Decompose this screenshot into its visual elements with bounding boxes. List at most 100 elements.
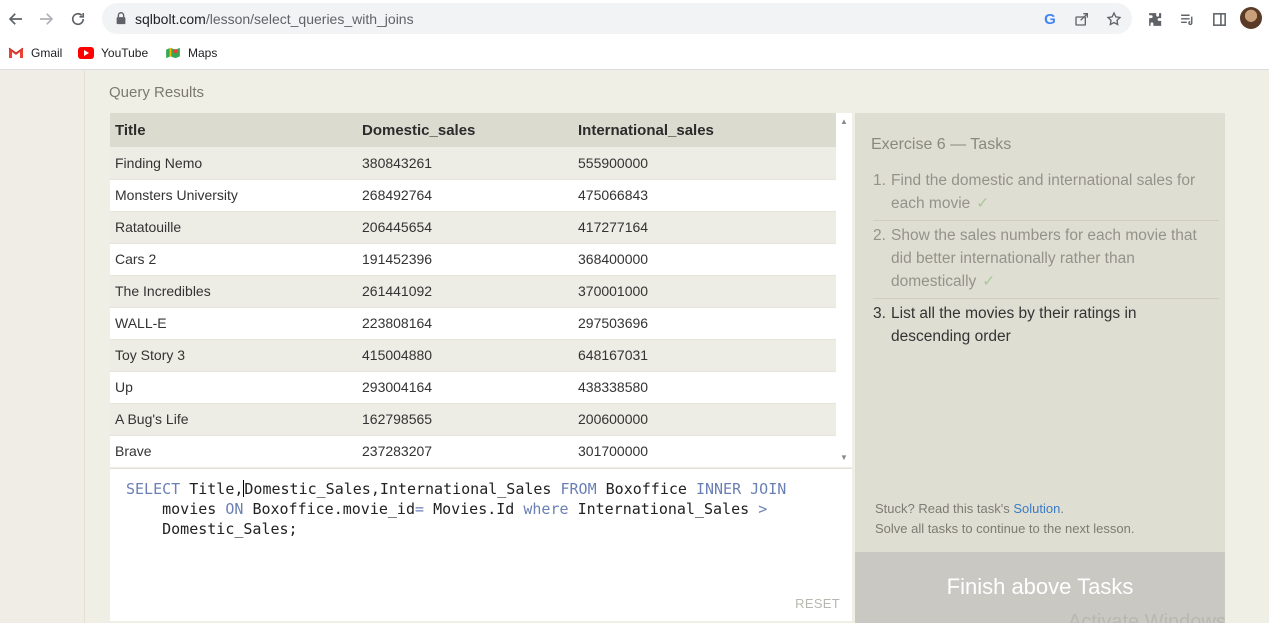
cell-domestic-sales: 191452396 — [357, 243, 573, 276]
code-token: Boxoffice — [605, 480, 687, 498]
task-number: 3. — [873, 305, 886, 322]
stuck-text: Stuck? Read this task's — [875, 501, 1014, 516]
tasks-panel: Exercise 6 — Tasks 1. Find the domestic … — [855, 113, 1225, 552]
column-header-title: Title — [110, 113, 357, 147]
cell-domestic-sales: 268492764 — [357, 179, 573, 212]
bookmark-maps[interactable]: Maps — [165, 46, 217, 60]
scroll-down-arrow-icon[interactable]: ▼ — [840, 454, 848, 462]
task-label: Show the sales numbers for each movie th… — [891, 227, 1197, 290]
activate-windows-watermark: Activate Windows — [1068, 611, 1226, 623]
forward-icon[interactable] — [33, 6, 59, 32]
cell-international-sales: 417277164 — [573, 211, 836, 244]
google-lens-icon[interactable]: G — [1040, 9, 1060, 29]
cell-domestic-sales: 237283207 — [357, 435, 573, 467]
keyword-where: where — [523, 500, 569, 518]
gmail-icon — [8, 47, 24, 58]
table-row: Ratatouille 206445654 417277164 — [110, 211, 836, 244]
cell-international-sales: 475066843 — [573, 179, 836, 212]
checkmark-icon: ✓ — [976, 195, 990, 212]
sql-code[interactable]: SELECT Title,Domestic_Sales,Internationa… — [126, 479, 786, 539]
cell-international-sales: 297503696 — [573, 307, 836, 340]
code-token: Movies.Id — [433, 500, 515, 518]
cell-title: Cars 2 — [110, 243, 357, 276]
table-row: Brave 237283207 301700000 — [110, 435, 836, 467]
youtube-icon — [78, 47, 94, 59]
cell-international-sales: 368400000 — [573, 243, 836, 276]
column-header-domestic-sales: Domestic_sales — [357, 113, 573, 147]
reading-list-icon[interactable] — [1176, 8, 1198, 30]
task-text: List all the movies by their ratings in … — [891, 302, 1219, 348]
back-icon[interactable] — [3, 6, 29, 32]
cell-domestic-sales: 206445654 — [357, 211, 573, 244]
cell-title: A Bug's Life — [110, 403, 357, 436]
cell-domestic-sales: 293004164 — [357, 371, 573, 404]
keyword-select: SELECT — [126, 480, 181, 498]
solution-link[interactable]: Solution — [1013, 501, 1060, 516]
task-item-3: 3. List all the movies by their ratings … — [873, 299, 1219, 353]
reload-icon[interactable] — [65, 6, 91, 32]
cell-title: The Incredibles — [110, 275, 357, 308]
operator-equals: = — [415, 500, 425, 518]
bookmark-youtube[interactable]: YouTube — [78, 46, 148, 60]
keyword-on: ON — [225, 500, 244, 518]
bookmark-gmail[interactable]: Gmail — [8, 46, 62, 60]
code-token: Title, — [189, 480, 244, 498]
cell-title: Monsters University — [110, 179, 357, 212]
cell-international-sales: 301700000 — [573, 435, 836, 467]
maps-icon — [166, 47, 180, 59]
query-results-title: Query Results — [109, 84, 205, 101]
results-scrollbar[interactable]: ▲ ▼ — [836, 113, 852, 467]
query-results-table[interactable]: Title Domestic_sales International_sales… — [110, 113, 852, 467]
code-token: International_Sales — [577, 500, 750, 518]
results-header-row: Title Domestic_sales International_sales — [110, 113, 836, 147]
url-text: sqlbolt.com/lesson/select_queries_with_j… — [135, 11, 414, 27]
cell-domestic-sales: 162798565 — [357, 403, 573, 436]
table-row: WALL-E 223808164 297503696 — [110, 307, 836, 340]
tasks-title: Exercise 6 — Tasks — [871, 136, 1012, 153]
code-token: Domestic_Sales,International_Sales — [244, 480, 552, 498]
task-number: 1. — [873, 172, 886, 189]
lock-icon — [116, 12, 126, 25]
profile-avatar[interactable] — [1240, 7, 1262, 29]
cell-title: Up — [110, 371, 357, 404]
task-text: Find the domestic and international sale… — [891, 169, 1219, 215]
continue-text: Solve all tasks to continue to the next … — [875, 521, 1135, 536]
scroll-up-arrow-icon[interactable]: ▲ — [840, 118, 848, 126]
table-row: Finding Nemo 380843261 555900000 — [110, 147, 836, 180]
code-token: Domestic_Sales; — [162, 520, 298, 538]
cell-international-sales: 370001000 — [573, 275, 836, 308]
help-text: Stuck? Read this task's Solution. Solve … — [875, 499, 1134, 539]
keyword-inner-join: INNER JOIN — [695, 480, 787, 498]
star-icon[interactable] — [1104, 9, 1124, 29]
task-number: 2. — [873, 227, 886, 244]
stuck-suffix: . — [1060, 501, 1064, 516]
task-label: List all the movies by their ratings in … — [891, 305, 1137, 345]
table-row: Cars 2 191452396 368400000 — [110, 243, 836, 276]
bookmarks-bar: Gmail YouTube Maps — [0, 38, 1269, 70]
browser-toolbar: sqlbolt.com/lesson/select_queries_with_j… — [0, 0, 1269, 38]
task-label: Find the domestic and international sale… — [891, 172, 1196, 212]
keyword-from: FROM — [560, 480, 597, 498]
table-row: The Incredibles 261441092 370001000 — [110, 275, 836, 308]
cell-domestic-sales: 415004880 — [357, 339, 573, 372]
task-item-1: 1. Find the domestic and international s… — [873, 166, 1219, 221]
share-icon[interactable] — [1072, 9, 1092, 29]
extensions-icon[interactable] — [1144, 8, 1166, 30]
cell-title: Finding Nemo — [110, 147, 357, 180]
checkmark-icon: ✓ — [982, 273, 996, 290]
task-item-2: 2. Show the sales numbers for each movie… — [873, 221, 1219, 299]
reset-button[interactable]: RESET — [795, 596, 840, 611]
sql-editor[interactable]: SELECT Title,Domestic_Sales,Internationa… — [110, 468, 852, 621]
cell-domestic-sales: 223808164 — [357, 307, 573, 340]
table-row: Monsters University 268492764 475066843 — [110, 179, 836, 212]
cell-international-sales: 200600000 — [573, 403, 836, 436]
cell-title: Brave — [110, 435, 357, 467]
table-row: A Bug's Life 162798565 200600000 — [110, 403, 836, 436]
cell-international-sales: 648167031 — [573, 339, 836, 372]
cell-domestic-sales: 261441092 — [357, 275, 573, 308]
address-bar[interactable]: sqlbolt.com/lesson/select_queries_with_j… — [102, 3, 1132, 34]
column-header-international-sales: International_sales — [573, 113, 836, 147]
side-panel-icon[interactable] — [1208, 8, 1230, 30]
cell-title: Toy Story 3 — [110, 339, 357, 372]
table-row: Up 293004164 438338580 — [110, 371, 836, 404]
